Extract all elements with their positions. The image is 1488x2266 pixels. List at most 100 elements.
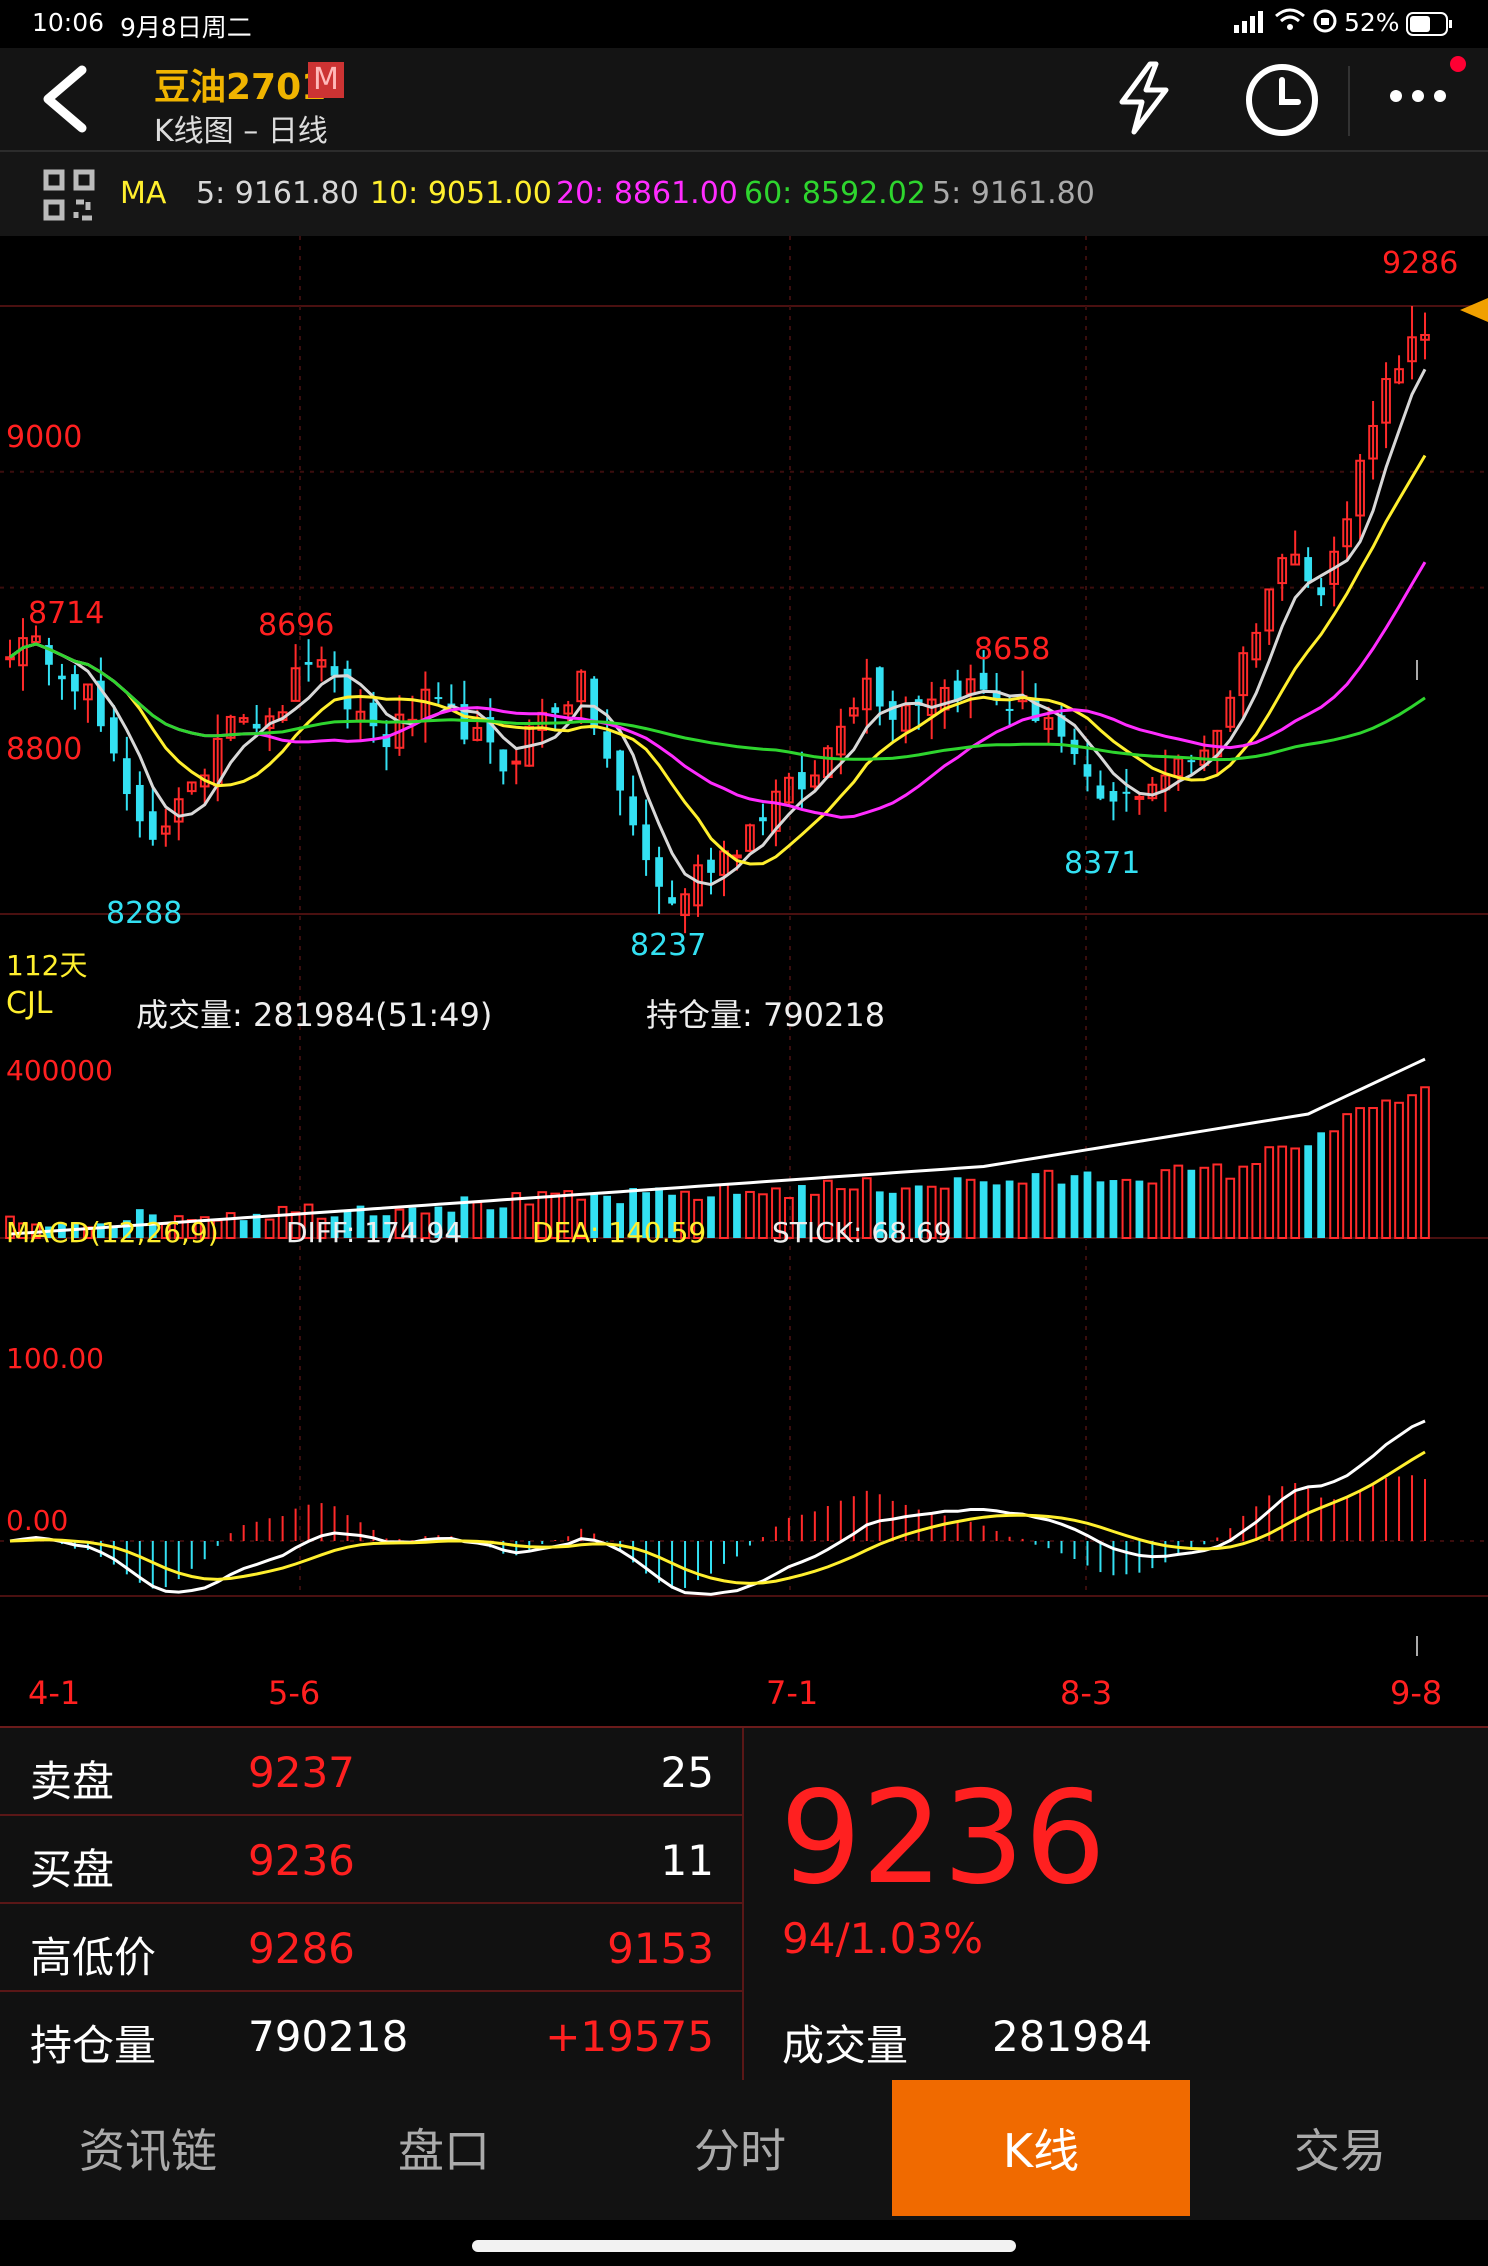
ma10-line [9, 454, 1427, 866]
candle-body [148, 811, 157, 840]
volume-bar [965, 1178, 976, 1240]
volume-bar [472, 1201, 483, 1240]
high-label-4: 9286 [1382, 246, 1459, 281]
ma-bar: MA 5: 9161.80 10: 9051.00 20: 8861.00 60… [0, 150, 1488, 240]
ma20-value: 20: 8861.00 [556, 176, 738, 211]
candle-body [551, 707, 560, 713]
volume-bar [1070, 1175, 1079, 1238]
candle-body [668, 897, 676, 904]
volume-bar [1381, 1099, 1391, 1240]
candle-body [434, 697, 443, 700]
page-subtitle: K线图 – 日线 [154, 114, 328, 149]
volume-bar [1083, 1171, 1092, 1238]
x-label-4: 8-3 [1060, 1674, 1113, 1712]
open-interest-value: 790218 [248, 2012, 409, 2061]
macd-label: MACD(12,26,9) [6, 1216, 219, 1249]
volume-bar [1121, 1178, 1132, 1240]
status-date: 9月8日周二 [120, 13, 252, 42]
candle-body [58, 675, 66, 680]
tab-kline[interactable]: K线 [892, 2080, 1190, 2216]
clock-icon[interactable] [1244, 62, 1320, 142]
macd-y-label-0: 0.00 [6, 1504, 69, 1537]
tab-trade[interactable]: 交易 [1192, 2080, 1488, 2216]
volume-bar [1420, 1086, 1430, 1240]
candle-body [1122, 791, 1131, 794]
volume-bar [1109, 1180, 1118, 1238]
candle-body [629, 796, 637, 826]
volume-bar [1212, 1163, 1223, 1239]
candle-body [304, 662, 313, 665]
home-indicator [472, 2240, 1016, 2252]
candle-body [252, 723, 261, 729]
tab-news-chain[interactable]: 资讯链 [0, 2080, 296, 2216]
nav-bar: 豆油2701 M K线图 – 日线 [0, 48, 1488, 150]
high-low-label: 高低价 [30, 1933, 157, 1982]
quote-row-separator [0, 1902, 742, 1904]
high-label-1: 8714 [28, 596, 105, 631]
bid-label: 买盘 [30, 1845, 115, 1894]
ma-label: MA [120, 176, 167, 211]
open-interest-label: 持仓量 [30, 2021, 157, 2070]
volume-bar [1329, 1130, 1339, 1240]
volume-label: 成交量 [782, 2021, 909, 2070]
volume-bar [758, 1193, 768, 1239]
candle-body [122, 758, 131, 795]
volume-bar [1238, 1165, 1249, 1240]
volume-readout: 成交量: 281984(51:49) [136, 996, 493, 1034]
kline-chart-area[interactable]: 9000 8800 8714 8696 8658 9286 8288 8237 … [0, 236, 1488, 1726]
candle-body [499, 749, 508, 772]
candle-body [135, 784, 144, 822]
period-label: 112天 [6, 949, 88, 982]
bid-price: 9236 [248, 1836, 355, 1885]
volume-bar [1135, 1180, 1144, 1238]
volume-bar [1005, 1180, 1014, 1238]
candle-body [655, 857, 663, 887]
candle-body [1005, 708, 1014, 711]
back-icon[interactable] [34, 64, 94, 138]
macd-stick: STICK: 68.69 [772, 1216, 952, 1249]
volume-bar [1251, 1163, 1262, 1239]
volume-bar [1187, 1169, 1196, 1238]
current-price-marker-icon [1460, 298, 1488, 326]
volume-bar [1147, 1182, 1158, 1240]
volume-bar [1199, 1166, 1210, 1239]
tab-intraday[interactable]: 分时 [592, 2080, 888, 2216]
candle-body [603, 731, 612, 759]
more-icon[interactable] [1388, 88, 1448, 108]
volume-bar [264, 1218, 275, 1239]
volume-bar [1043, 1169, 1054, 1240]
open-interest-change: +19575 [545, 2012, 714, 2061]
flash-icon[interactable] [1112, 60, 1176, 140]
x-label-5: 9-8 [1390, 1674, 1443, 1712]
open-interest-readout: 持仓量: 790218 [646, 996, 886, 1034]
volume-bar [1057, 1183, 1066, 1238]
quote-row-separator [0, 1814, 742, 1816]
ask-qty: 25 [660, 1748, 714, 1797]
candle-body [875, 667, 884, 707]
quote-row-separator [0, 1990, 742, 1992]
low-label-2: 8237 [630, 928, 707, 963]
high-label-3: 8658 [974, 632, 1051, 667]
bottom-tab-bar: 资讯链 盘口 分时 K线 交易 [0, 2080, 1488, 2220]
kline-chart-svg[interactable] [0, 236, 1488, 1726]
volume-bar [1031, 1173, 1040, 1238]
low-price: 9153 [607, 1924, 714, 1973]
candle-body [109, 717, 118, 754]
volume-bar [225, 1212, 236, 1240]
page-title: 豆油2701 [154, 67, 327, 108]
candle-body [1083, 764, 1092, 777]
ma5-value: 5: 9161.80 [196, 176, 359, 211]
market-badge: M [308, 62, 344, 98]
nav-divider [1348, 66, 1350, 136]
volume-bar [1017, 1182, 1028, 1240]
ask-label: 卖盘 [30, 1757, 115, 1806]
volume-bar [1355, 1107, 1365, 1239]
volume-bar [707, 1196, 715, 1238]
volume-bar [1160, 1169, 1171, 1239]
candle-body [979, 672, 988, 690]
candle-body [330, 666, 339, 676]
tab-order-book[interactable]: 盘口 [296, 2080, 592, 2216]
volume-bar [486, 1209, 495, 1238]
candle-body [616, 750, 624, 791]
grid-icon[interactable] [42, 168, 96, 226]
